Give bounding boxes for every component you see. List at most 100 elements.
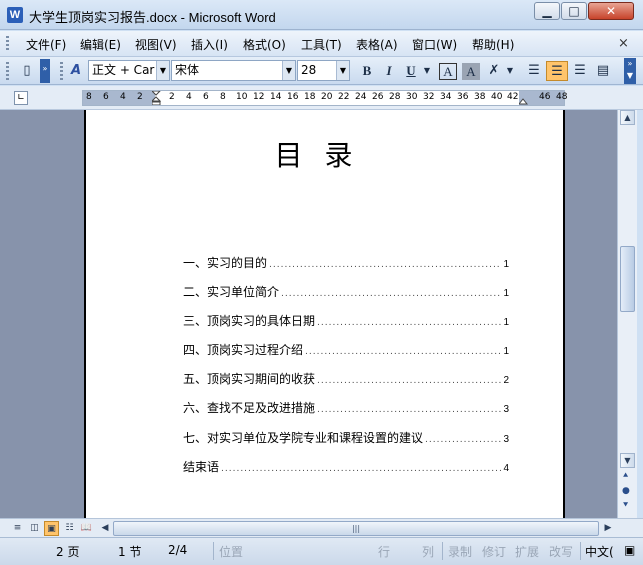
web-layout-icon: ◫ [30,523,39,533]
menu-file[interactable]: 文件(F) [26,36,66,53]
align-center-button[interactable]: ☰ [546,61,568,81]
underline-dropdown[interactable]: ▼ [422,61,432,81]
toc-entry[interactable]: 七、对实习单位及学院专业和课程设置的建议....................… [183,429,509,445]
menubar-grip[interactable] [6,36,9,52]
italic-button[interactable]: I [380,61,398,81]
status-revision[interactable]: 修订 [482,543,506,560]
ruler-number: 42 [507,92,519,102]
menu-window[interactable]: 窗口(W) [412,36,457,53]
toc-entry[interactable]: 三、顶岗实习的具体日期.............................… [183,312,509,328]
scroll-up-button[interactable]: ▲ [620,110,635,125]
toc-entry[interactable]: 五、顶岗实习期间的收获.............................… [183,370,509,386]
word-app-icon[interactable]: W [7,7,23,23]
toc-entry[interactable]: 四、顶岗实习过程介绍..............................… [183,341,509,357]
menu-table[interactable]: 表格(A) [356,36,398,53]
menu-format[interactable]: 格式(O) [243,36,286,53]
menu-tools[interactable]: 工具(T) [301,36,342,53]
character-shading-button[interactable]: A [462,63,480,80]
maximize-button[interactable]: □ [561,2,587,20]
styles-formatting-button[interactable]: A [66,61,86,81]
status-record[interactable]: 录制 [448,543,472,560]
new-document-icon: ▯ [23,63,31,78]
status-column: 列 [422,545,435,559]
reading-layout-button[interactable]: 📖 [79,521,94,536]
toolbar-grip[interactable] [6,62,9,80]
toc-entry[interactable]: 六、查找不足及改进措施.............................… [183,399,509,415]
style-combo[interactable]: 正文 + Car ▼ [88,60,170,81]
scroll-left-button[interactable]: ◀ [98,521,112,536]
chevron-up-icon: ▲ [624,113,631,122]
toc-entry[interactable]: 一、实习的目的.................................… [183,254,509,270]
toc-entry[interactable]: 结束语.....................................… [183,458,509,474]
double-down-icon: ⯆ [622,501,630,511]
normal-view-icon: ≡ [13,523,22,533]
ruler-number: 2 [169,92,175,102]
ruler-number: 46 [539,92,551,102]
spelling-status-icon[interactable]: ▣ [624,543,635,557]
chevron-left-icon: ◀ [101,523,109,533]
align-left-icon: ☰ [528,63,540,78]
font-combo[interactable]: 宋体 ▼ [171,60,296,81]
status-position: 位置 [219,545,244,559]
phonetic-guide-button[interactable]: ✗ [484,61,504,81]
status-extend[interactable]: 扩展 [515,543,539,560]
align-left-button[interactable]: ☰ [524,61,544,81]
menu-help[interactable]: 帮助(H) [472,36,514,53]
vertical-scrollbar[interactable]: ▲ ▼ ⯅ ● ⯆ [617,110,637,518]
align-right-button[interactable]: ☰ [570,61,590,81]
horizontal-scroll-strip: ≡ ◫ ▣ ☷ 📖 ◀ ||| ▶ [0,518,643,537]
right-indent-marker[interactable] [517,91,529,105]
tab-selector[interactable]: ∟ [14,91,28,105]
chevron-down-icon[interactable]: ▼ [282,61,295,80]
status-page: 2 页 [56,545,80,559]
menu-edit[interactable]: 编辑(E) [80,36,121,53]
web-layout-button[interactable]: ◫ [27,521,42,536]
maximize-icon: □ [568,4,580,18]
toolbar-grip-2[interactable] [60,62,63,80]
minimize-icon: ▁ [542,4,552,18]
underline-button[interactable]: U [402,61,420,81]
select-browse-object-button[interactable]: ● [622,486,630,496]
horizontal-scroll-thumb[interactable]: ||| [113,521,599,536]
font-size-combo[interactable]: 28 ▼ [297,60,350,81]
horizontal-scroll-track[interactable]: ||| [113,521,599,536]
print-layout-button[interactable]: ▣ [44,521,59,536]
new-document-button[interactable]: ▯ [18,61,36,81]
scroll-down-button[interactable]: ▼ [620,453,635,468]
toolbar-overflow-right[interactable]: » ▼ [624,58,636,84]
outline-view-button[interactable]: ☷ [62,521,77,536]
toc-entry-title: 五、顶岗实习期间的收获 [183,372,316,386]
phonetic-dropdown[interactable]: ▼ [505,61,515,81]
status-separator [442,542,443,560]
align-center-icon: ☰ [551,64,563,79]
normal-view-button[interactable]: ≡ [10,521,25,536]
chevron-down-icon[interactable]: ▼ [336,61,349,80]
menu-view[interactable]: 视图(V) [135,36,177,53]
close-document-button[interactable]: × [618,36,629,51]
toc-leader-dots: ........................................… [269,260,501,270]
toc-entry[interactable]: 二、实习单位简介................................… [183,283,509,299]
minimize-button[interactable]: ▁ [534,2,560,20]
ruler-number: 4 [120,92,126,102]
toc-entry-title: 二、实习单位简介 [183,285,280,299]
bold-button[interactable]: B [358,61,376,81]
distribute-button[interactable]: ▤ [593,61,613,81]
toolbar-overflow-left[interactable]: » [40,59,50,83]
status-overtype[interactable]: 改写 [549,543,573,560]
chevron-down-icon[interactable]: ▼ [156,61,169,80]
previous-page-button[interactable]: ⯅ [622,471,629,481]
menu-insert[interactable]: 插入(I) [191,36,228,53]
close-button[interactable]: ✕ [588,2,634,20]
vertical-scroll-thumb[interactable] [620,246,635,312]
left-indent-marker[interactable] [150,90,162,106]
document-page[interactable]: 目录 一、实习的目的..............................… [84,110,565,518]
horizontal-ruler[interactable]: 8 6 4 2 2 4 6 8 10 12 14 16 18 20 22 24 26 28 30 32 34 36 38 40… [82,90,567,106]
scroll-right-button[interactable]: ▶ [601,521,615,536]
chevron-down-icon: ▼ [423,66,431,75]
character-border-button[interactable]: A [439,63,457,80]
print-layout-icon: ▣ [47,524,56,534]
next-page-button[interactable]: ⯆ [622,501,629,511]
status-section: 1 节 [118,545,142,559]
ruler-number: 38 [474,92,486,102]
align-right-icon: ☰ [574,63,586,78]
